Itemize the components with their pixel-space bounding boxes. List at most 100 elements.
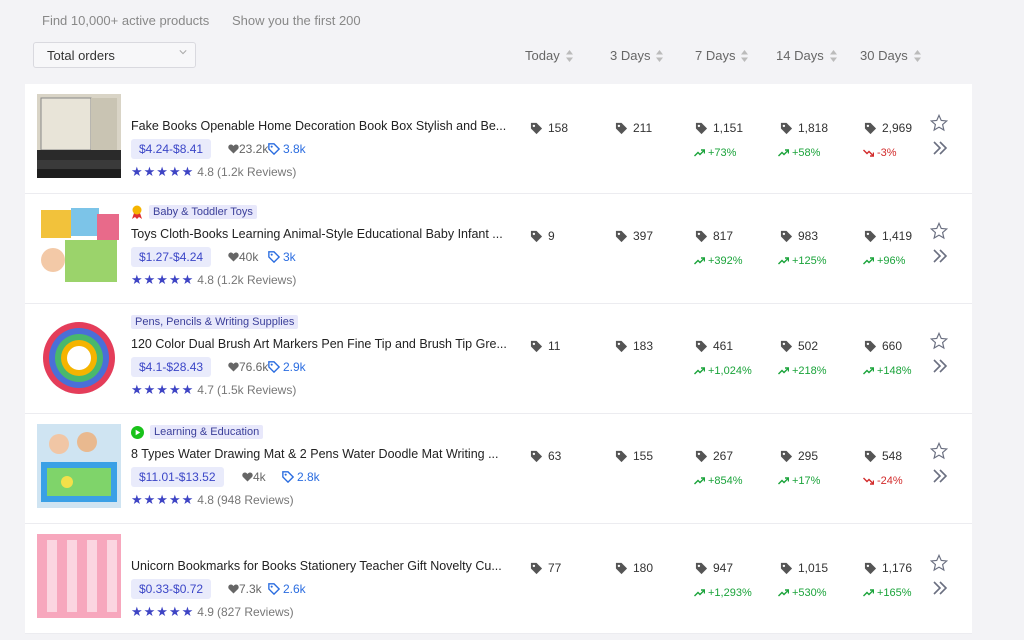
double-chevron-right-icon[interactable] <box>932 248 948 264</box>
column-header-14-days[interactable]: 14 Days <box>776 48 837 63</box>
orders-metric: 1,015 <box>780 561 828 575</box>
orders-metric: 660 <box>864 339 902 353</box>
heart-icon <box>242 472 253 482</box>
trend-up-icon <box>863 367 874 375</box>
category-label: Pens, Pencils & Writing Supplies <box>131 315 299 329</box>
product-row[interactable]: Learning & Education 8 Types Water Drawin… <box>25 414 972 524</box>
product-image[interactable] <box>37 534 121 618</box>
wishlist-count: 40k <box>228 250 258 264</box>
product-image[interactable] <box>37 424 121 508</box>
growth-metric: +392% <box>694 255 743 267</box>
wishlist-count: 23.2k <box>228 142 268 156</box>
review-count[interactable]: (948 Reviews) <box>217 493 294 507</box>
favorite-star-icon[interactable] <box>930 332 948 350</box>
rating: ★★★★★ 4.8 (948 Reviews) <box>131 492 294 508</box>
trend-up-icon <box>863 589 874 597</box>
favorite-star-icon[interactable] <box>930 554 948 572</box>
category-tag[interactable]: Learning & Education <box>131 424 264 440</box>
product-image[interactable] <box>37 204 121 288</box>
double-chevron-right-icon[interactable] <box>932 580 948 596</box>
growth-value: +165% <box>877 587 912 599</box>
product-title[interactable]: 8 Types Water Drawing Mat & 2 Pens Water… <box>131 447 499 461</box>
growth-metric: +58% <box>778 147 820 159</box>
product-title[interactable]: Unicorn Bookmarks for Books Stationery T… <box>131 559 502 573</box>
favorite-star-icon[interactable] <box>930 222 948 240</box>
orders-metric: 11 <box>530 339 560 353</box>
orders-value: 502 <box>798 339 819 353</box>
tag-icon <box>530 122 543 134</box>
orders-value: 295 <box>798 449 819 463</box>
growth-value: -3% <box>877 147 897 159</box>
orders-metric: 183 <box>615 339 653 353</box>
double-chevron-right-icon[interactable] <box>932 358 948 374</box>
heart-icon <box>228 252 239 262</box>
trend-up-icon <box>778 589 789 597</box>
product-image[interactable] <box>37 314 121 398</box>
growth-value: +125% <box>792 255 827 267</box>
orders-value: 180 <box>633 561 654 575</box>
favorite-star-icon[interactable] <box>930 442 948 460</box>
column-header-30-days[interactable]: 30 Days <box>860 48 921 63</box>
orders-value: 158 <box>548 121 569 135</box>
heart-icon <box>228 144 239 154</box>
growth-value: +58% <box>792 147 821 159</box>
tag-icon <box>695 122 708 134</box>
growth-value: +96% <box>877 255 906 267</box>
orders-value: 9 <box>548 229 555 243</box>
trend-up-icon <box>863 257 874 265</box>
double-chevron-right-icon[interactable] <box>932 140 948 156</box>
column-header-7-days[interactable]: 7 Days <box>695 48 749 63</box>
rating-score: 4.8 <box>197 493 214 507</box>
column-header-label: 3 Days <box>610 48 651 63</box>
product-row[interactable]: Unicorn Bookmarks for Books Stationery T… <box>25 524 972 634</box>
favorite-star-icon[interactable] <box>930 114 948 132</box>
product-row[interactable]: Pens, Pencils & Writing Supplies 120 Colo… <box>25 304 972 414</box>
tag-icon <box>268 143 280 155</box>
trend-up-icon <box>778 257 789 265</box>
growth-metric: +1,024% <box>694 365 752 377</box>
product-image[interactable] <box>37 94 121 178</box>
growth-metric: +854% <box>694 475 743 487</box>
heart-icon <box>228 362 239 372</box>
sort-dropdown[interactable]: Total orders <box>33 42 196 68</box>
wishlist-count-value: 7.3k <box>239 582 262 596</box>
trend-up-icon <box>694 477 705 485</box>
tag-icon <box>530 230 543 242</box>
double-chevron-right-icon[interactable] <box>932 468 948 484</box>
product-row[interactable]: Fake Books Openable Home Decoration Book… <box>25 84 972 194</box>
rating-score: 4.9 <box>197 605 214 619</box>
orders-metric: 155 <box>615 449 653 463</box>
review-count[interactable]: (1.2k Reviews) <box>217 273 296 287</box>
orders-metric: 817 <box>695 229 733 243</box>
growth-value: +17% <box>792 475 821 487</box>
product-title[interactable]: 120 Color Dual Brush Art Markers Pen Fin… <box>131 337 507 351</box>
tag-icon <box>780 450 793 462</box>
orders-metric: 983 <box>780 229 818 243</box>
orders-metric: 397 <box>615 229 653 243</box>
column-header-today[interactable]: Today <box>525 48 573 63</box>
sort-arrows-icon <box>913 49 921 62</box>
review-count[interactable]: (827 Reviews) <box>217 605 294 619</box>
category-tag[interactable]: Pens, Pencils & Writing Supplies <box>131 314 299 330</box>
trend-up-icon <box>778 477 789 485</box>
price-range: $0.33-$0.72 <box>131 579 212 599</box>
tag-icon <box>864 122 877 134</box>
tag-count: 3.8k <box>268 142 306 156</box>
review-count[interactable]: (1.5k Reviews) <box>217 383 296 397</box>
tag-icon <box>695 340 708 352</box>
results-count-text: Find 10,000+ active products <box>42 13 210 28</box>
product-title[interactable]: Fake Books Openable Home Decoration Book… <box>131 119 506 133</box>
sort-arrows-icon <box>565 49 573 62</box>
column-header-3-days[interactable]: 3 Days <box>610 48 664 63</box>
tag-icon <box>864 340 877 352</box>
toolbar: Find 10,000+ active products Show you th… <box>0 0 1024 40</box>
growth-metric: +1,293% <box>694 587 752 599</box>
category-tag[interactable]: Baby & Toddler Toys <box>131 204 257 220</box>
product-title[interactable]: Toys Cloth-Books Learning Animal-Style E… <box>131 227 503 241</box>
column-header-label: 7 Days <box>695 48 736 63</box>
tag-count: 3k <box>268 250 296 264</box>
rating: ★★★★★ 4.9 (827 Reviews) <box>131 604 294 620</box>
orders-value: 548 <box>882 449 903 463</box>
product-row[interactable]: Baby & Toddler Toys Toys Cloth-Books Lear… <box>25 194 972 304</box>
review-count[interactable]: (1.2k Reviews) <box>217 165 296 179</box>
